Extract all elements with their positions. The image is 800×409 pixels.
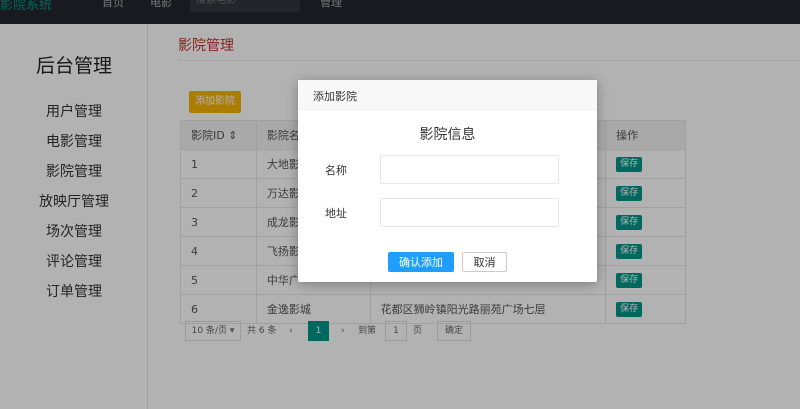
- dialog-header: 添加影院: [298, 80, 597, 110]
- dialog-title: 影院信息: [419, 127, 476, 143]
- name-label: 名称: [325, 164, 347, 177]
- dialog-header-title: 添加影院: [313, 90, 357, 103]
- address-label: 地址: [325, 207, 347, 220]
- confirm-add-button[interactable]: 确认添加: [388, 252, 454, 272]
- cinema-name-input[interactable]: [380, 155, 559, 184]
- cinema-address-input[interactable]: [380, 198, 559, 227]
- cancel-button[interactable]: 取消: [462, 252, 507, 272]
- add-cinema-dialog: 添加影院 影院信息 名称 地址 确认添加 取消: [298, 80, 597, 282]
